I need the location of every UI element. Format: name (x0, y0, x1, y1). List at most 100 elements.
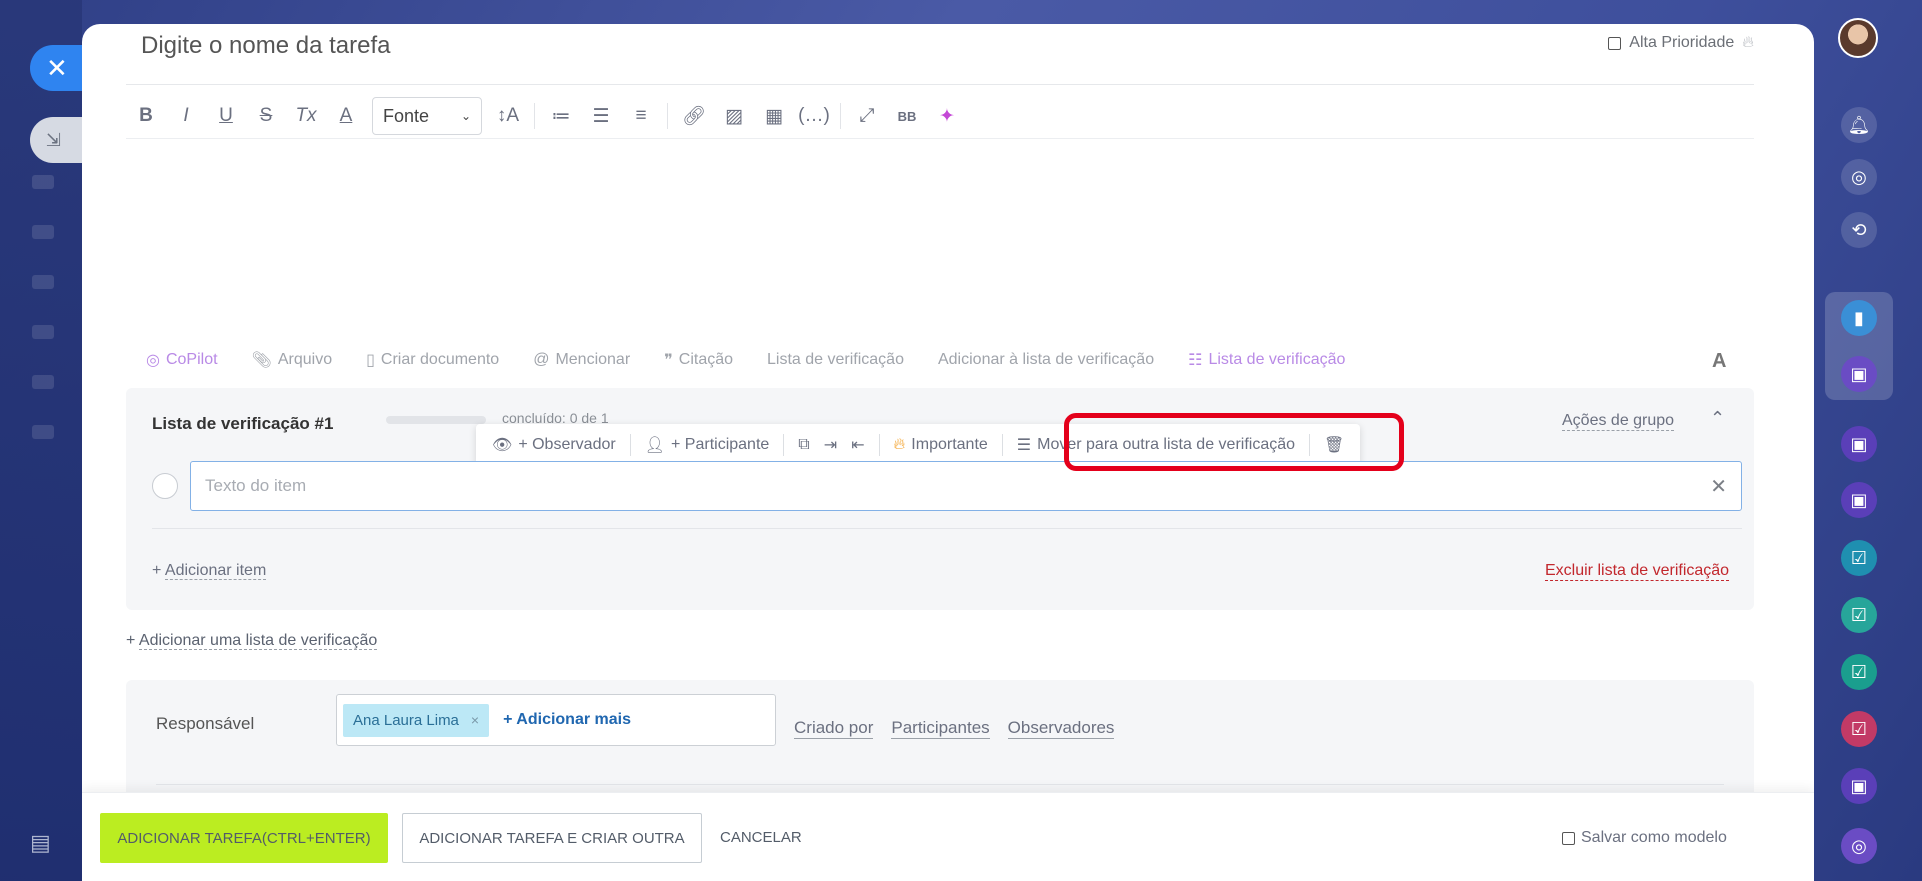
link-icon[interactable]: 🔗︎ (674, 104, 714, 128)
template-checkbox[interactable] (1562, 831, 1575, 845)
italic-icon[interactable]: I (166, 105, 206, 127)
divider (126, 138, 1754, 139)
cancel-button[interactable]: CANCELAR (720, 829, 802, 846)
created-by-link[interactable]: Criado por (794, 718, 874, 739)
font-color-icon[interactable]: A (326, 105, 366, 127)
numbered-list-icon[interactable]: ≔ (541, 105, 581, 128)
copilot-action[interactable]: ◎ CoPilot (146, 350, 218, 370)
checklist-action[interactable]: Lista de verificação (767, 351, 904, 369)
file-action[interactable]: 📎︎ Arquivo (252, 350, 333, 370)
add-task-button[interactable]: ADICIONAR TAREFA(CTRL+ENTER) (100, 813, 388, 863)
outdent-icon[interactable]: ⇤ (851, 435, 864, 455)
observers-link[interactable]: Observadores (1007, 718, 1115, 739)
list-icon: ☰ (1016, 437, 1032, 454)
chevron-down-icon: ⌄ (460, 109, 471, 123)
participants-link[interactable]: Participantes (891, 718, 990, 739)
save-as-template[interactable]: Salvar como modelo (1562, 829, 1727, 847)
checklist-title[interactable]: Lista de verificação #1 (152, 414, 333, 434)
mention-action[interactable]: @ Mencionar (533, 351, 630, 369)
add-checklist-link[interactable]: + Adicionar uma lista de verificação (126, 632, 378, 650)
table-icon[interactable]: ▦ (754, 105, 794, 128)
bold-icon[interactable]: B (126, 105, 166, 127)
check-task-icon[interactable]: ☑ (1841, 540, 1877, 576)
add-item-prefix: + (152, 562, 162, 579)
checklist-item-row: Texto do item ✕ (152, 460, 1742, 512)
fire-icon: 🔥︎ (1742, 34, 1754, 51)
ai-image-icon[interactable]: ✦ (927, 105, 967, 128)
add-participant-button[interactable]: 👤︎ + Participante (645, 435, 770, 455)
copilot-icon[interactable]: ◎ (1841, 159, 1877, 195)
strikethrough-icon[interactable]: S (246, 105, 286, 127)
delete-checklist-link[interactable]: Excluir lista de verificação (1545, 562, 1730, 581)
toolbar-separator (878, 434, 880, 456)
attach-icon[interactable]: ⧉ (798, 436, 809, 454)
task-title-input[interactable]: Digite o nome da tarefa (141, 32, 390, 60)
check-task-icon[interactable]: ☑ (1841, 654, 1877, 690)
task-icon[interactable]: ▣ (1841, 482, 1877, 518)
high-priority-toggle[interactable]: Alta Prioridade 🔥︎ (1608, 34, 1754, 52)
background-icon (32, 275, 54, 289)
add-item-label: Adicionar item (164, 562, 267, 580)
user-avatar[interactable] (1838, 18, 1878, 58)
add-more-link[interactable]: + Adicionar mais (503, 711, 631, 729)
task-create-panel: Digite o nome da tarefa Alta Prioridade … (82, 24, 1814, 881)
copilot-icon: ◎ (146, 352, 160, 369)
chevron-up-icon[interactable]: ⌃ (1710, 408, 1725, 429)
copilot-icon[interactable]: ◎ (1841, 828, 1877, 864)
toolbar-separator (840, 103, 841, 129)
bell-icon[interactable]: 🔔︎ (1841, 107, 1877, 143)
create-doc-action[interactable]: ▯ Criar documento (366, 350, 499, 370)
background-icon (32, 175, 54, 189)
trash-icon[interactable]: 🗑︎ (1324, 435, 1344, 455)
at-icon: @ (533, 351, 550, 368)
check-task-icon[interactable]: ☑ (1841, 597, 1877, 633)
quote-action[interactable]: ❞ Citação (664, 350, 733, 370)
close-slider-button[interactable]: ✕ (30, 45, 82, 91)
text-format-toggle[interactable]: A (1712, 350, 1726, 373)
item-text-input[interactable]: Texto do item ✕ (190, 461, 1742, 511)
item-complete-toggle[interactable] (152, 473, 178, 499)
bookmark-icon[interactable]: ▮ (1841, 300, 1877, 336)
bullet-list-icon[interactable]: ☰ (581, 105, 621, 128)
indent-icon[interactable]: ⇥ (824, 435, 837, 455)
editor-toolbar: B I U S Tx A Fonte ⌄ ↕A ≔ ☰ ≡ 🔗︎ ▨ ▦ (…) … (126, 94, 967, 138)
add-and-create-another-button[interactable]: ADICIONAR TAREFA E CRIAR OUTRA (402, 813, 702, 863)
close-icon: ✕ (46, 52, 68, 83)
responsible-field[interactable]: Ana Laura Lima × + Adicionar mais (336, 694, 776, 746)
person-icon: 👤︎ (644, 437, 666, 454)
task-icon[interactable]: ▣ (1841, 426, 1877, 462)
toolbar-separator (783, 434, 785, 456)
minimize-slider-button[interactable]: ⇲ (30, 117, 82, 163)
add-to-checklist-action[interactable]: Adicionar à lista de verificação (938, 351, 1154, 369)
task-icon[interactable]: ▣ (1841, 768, 1877, 804)
print-icon[interactable]: ▤ (30, 830, 51, 856)
add-to-checklist-label: Adicionar à lista de verificação (937, 351, 1155, 368)
add-observer-button[interactable]: 👁︎ + Observador (492, 435, 616, 455)
clear-format-icon[interactable]: Tx (286, 105, 326, 127)
fullscreen-icon[interactable]: ⤢ (847, 105, 887, 127)
add-item-link[interactable]: + Adicionar item (152, 562, 267, 580)
important-button[interactable]: 🔥︎ Importante (894, 436, 988, 454)
sync-icon[interactable]: ⟲ (1841, 212, 1877, 248)
check-task-icon[interactable]: ☑ (1841, 711, 1877, 747)
task-icon[interactable]: ▣ (1841, 356, 1877, 392)
background-icon (32, 325, 54, 339)
responsible-tag[interactable]: Ana Laura Lima × (343, 703, 490, 737)
toolbar-separator (1309, 434, 1311, 456)
priority-label: Alta Prioridade (1629, 34, 1735, 51)
font-family-select[interactable]: Fonte ⌄ (372, 97, 482, 135)
clear-icon[interactable]: ✕ (1710, 474, 1727, 499)
responsible-name: Ana Laura Lima (353, 711, 459, 729)
group-actions-link[interactable]: Ações de grupo (1562, 412, 1675, 431)
checklist-active-action[interactable]: ☷ Lista de verificação (1188, 350, 1345, 370)
code-icon[interactable]: (…) (794, 105, 834, 127)
move-to-other-checklist-button[interactable]: ☰ Mover para outra lista de verificação (1017, 435, 1295, 455)
paperclip-icon: 📎︎ (251, 352, 272, 369)
remove-tag-icon[interactable]: × (471, 712, 479, 728)
font-size-icon[interactable]: ↕A (488, 105, 528, 127)
underline-icon[interactable]: U (206, 105, 246, 127)
align-icon[interactable]: ≡ (621, 105, 661, 127)
bbcode-icon[interactable]: BB (887, 109, 927, 124)
image-icon[interactable]: ▨ (714, 105, 754, 128)
priority-checkbox[interactable] (1608, 36, 1622, 50)
